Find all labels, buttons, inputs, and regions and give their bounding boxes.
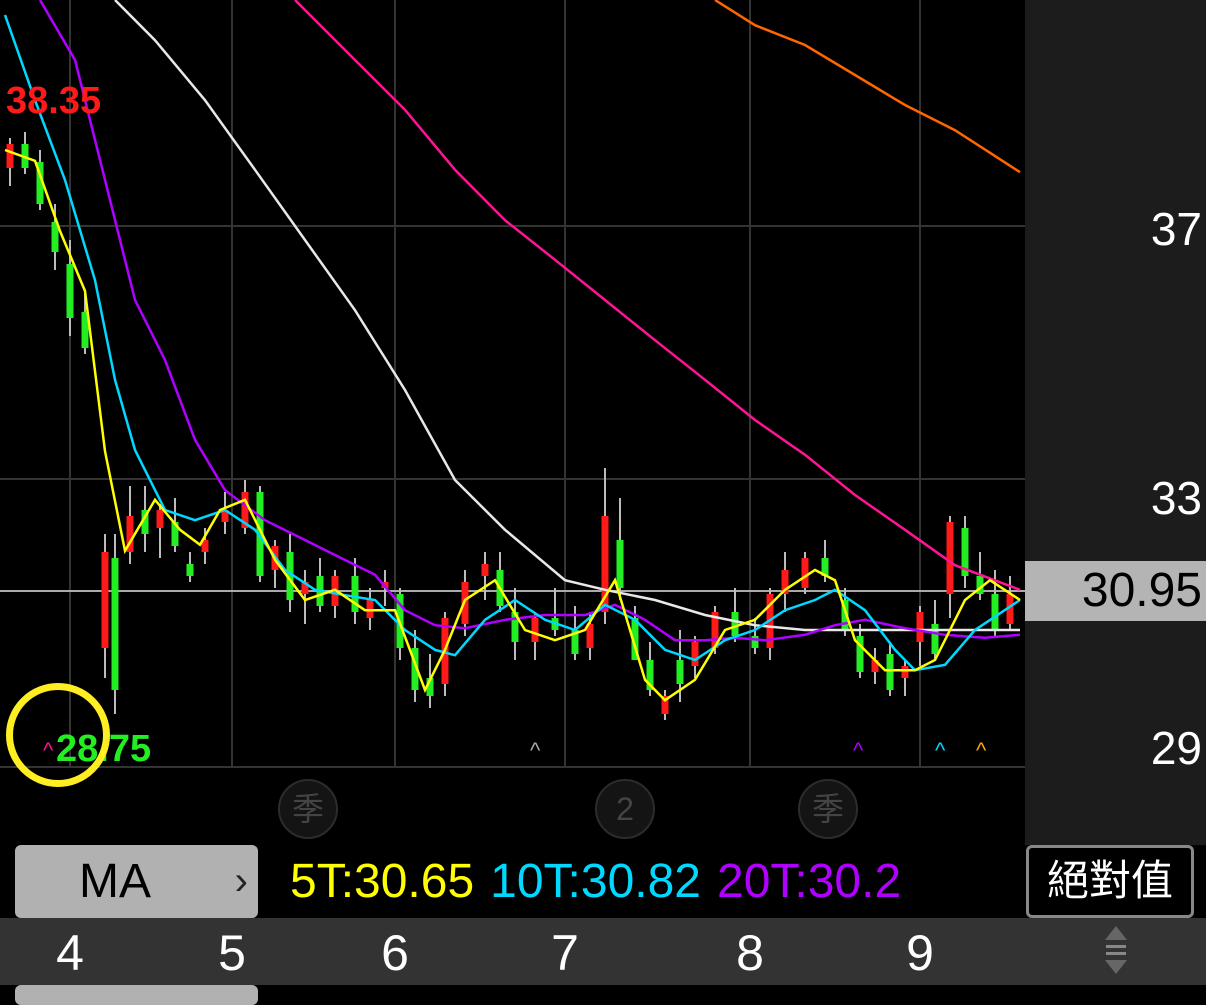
indicator-label: MA (79, 855, 151, 908)
candle-down (66, 264, 74, 318)
candle-up (101, 552, 109, 648)
candle-up (481, 564, 489, 576)
y-tick-37: 37 (1150, 203, 1202, 255)
x-tick: 8 (736, 925, 764, 981)
y-tick-33: 33 (1150, 472, 1202, 524)
candle-up (531, 618, 539, 642)
candle-up (691, 642, 699, 666)
ma-line-60T (114, 0, 1020, 632)
event-badge-season[interactable]: 季 (798, 779, 858, 839)
chevron-right-icon: › (234, 859, 248, 903)
x-tick: 5 (218, 925, 246, 981)
candle-up (6, 144, 14, 168)
candle-up (156, 510, 164, 528)
indicator-select-button[interactable]: MA › (15, 845, 258, 918)
y-tick-29: 29 (1150, 722, 1202, 774)
candle-down (616, 540, 624, 588)
candle-down (886, 654, 894, 690)
date-axis[interactable]: 4 5 6 7 8 9 (0, 918, 1206, 985)
x-tick: 9 (906, 925, 934, 981)
legend-ma20: 20T:30.2 (717, 855, 902, 908)
candle-down (111, 558, 119, 690)
ma-line-20T (38, 0, 1021, 642)
max-price-label: 38.35 (6, 80, 102, 122)
candle-down (351, 576, 359, 612)
secondary-indicator-button[interactable] (15, 985, 258, 1005)
highlight-circle (6, 683, 110, 787)
legend-ma10: 10T:30.82 (490, 855, 701, 908)
price-axis: 37 33 29 (1025, 0, 1206, 845)
candle-down (676, 660, 684, 684)
scroll-handle-icon[interactable] (1103, 924, 1129, 976)
ma-legend: 5T:30.65 10T:30.82 20T:30.2 (290, 845, 1025, 918)
ma-line-120T (294, 0, 1021, 591)
candle-down (991, 594, 999, 630)
x-tick: 6 (381, 925, 409, 981)
caret-marker: ^ (530, 738, 541, 763)
candle-up (901, 666, 909, 678)
caret-marker: ^ (43, 738, 54, 763)
caret-marker: ^ (976, 738, 987, 763)
candle-down (931, 624, 939, 654)
event-badge-season[interactable]: 季 (278, 779, 338, 839)
candle-up (946, 522, 954, 594)
candle-up (801, 558, 809, 588)
x-tick: 4 (56, 925, 84, 981)
candlestick-chart[interactable] (0, 0, 1025, 768)
candle-down (731, 612, 739, 636)
absolute-value-button[interactable]: 絕對值 (1026, 845, 1194, 918)
candle-down (751, 636, 759, 648)
event-badge-2[interactable]: 2 (595, 779, 655, 839)
candle-down (186, 564, 194, 576)
candle-up (916, 612, 924, 642)
ma-line-240T (714, 0, 1021, 174)
caret-marker: ^ (935, 738, 946, 763)
legend-ma5: 5T:30.65 (290, 855, 475, 908)
current-price-badge: 30.95 (1025, 561, 1206, 621)
caret-marker: ^ (853, 738, 864, 763)
x-tick: 7 (551, 925, 579, 981)
